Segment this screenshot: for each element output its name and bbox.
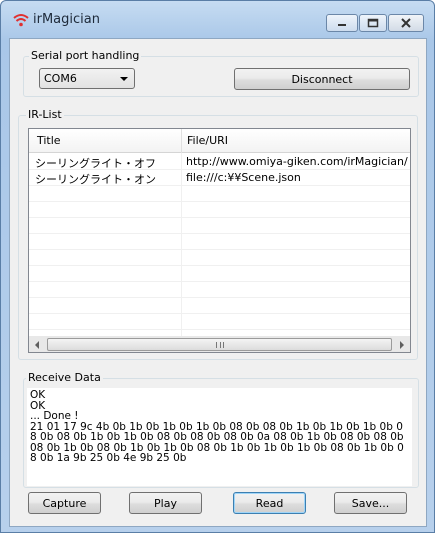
minimize-button[interactable] xyxy=(326,14,358,32)
list-item[interactable]: シーリングライト・オフ http://www.omiya-giken.com/i… xyxy=(29,154,410,170)
close-button[interactable] xyxy=(388,14,424,32)
minimize-icon xyxy=(338,24,346,26)
empty-row xyxy=(29,186,410,202)
ir-list-group-label: IR-List xyxy=(26,108,64,121)
window-title: irMagician xyxy=(33,12,100,27)
app-window: irMagician Serial port handling COM6 Dis… xyxy=(0,0,435,533)
maximize-icon xyxy=(367,18,379,28)
client-area: Serial port handling COM6 Disconnect IR-… xyxy=(9,38,427,527)
list-item[interactable]: シーリングライト・オン file:///c:¥¥Scene.json xyxy=(29,170,410,186)
grip-icon xyxy=(216,342,224,348)
receive-data-group-label: Receive Data xyxy=(26,371,103,384)
list-item-title: シーリングライト・オン xyxy=(35,173,156,186)
chevron-down-icon xyxy=(120,77,128,81)
ir-list-view[interactable]: Title File/URI シーリングライト・オフ http://www.om… xyxy=(28,128,411,353)
close-icon xyxy=(401,18,411,28)
port-select-value: COM6 xyxy=(44,72,77,85)
empty-row xyxy=(29,266,410,282)
column-header-file[interactable]: File/URI xyxy=(187,134,228,147)
port-select[interactable]: COM6 xyxy=(39,68,135,89)
column-divider[interactable] xyxy=(181,129,182,153)
list-item-file: http://www.omiya-giken.com/irMagician/..… xyxy=(186,155,408,168)
empty-row xyxy=(29,234,410,250)
list-item-title: シーリングライト・オフ xyxy=(35,157,156,170)
receive-data-group: Receive Data OK OK ... Done ! 21 01 17 9… xyxy=(23,371,419,488)
capture-button[interactable]: Capture xyxy=(28,492,101,514)
column-header-title[interactable]: Title xyxy=(37,134,61,147)
wifi-icon xyxy=(13,14,29,27)
empty-row xyxy=(29,202,410,218)
maximize-button[interactable] xyxy=(359,14,387,32)
serial-port-group: Serial port handling COM6 Disconnect xyxy=(23,49,419,97)
ir-list-group: IR-List Title File/URI シーリングライト・オフ http:… xyxy=(18,108,418,360)
list-item-file: file:///c:¥¥Scene.json xyxy=(186,171,301,184)
serial-port-group-label: Serial port handling xyxy=(29,49,142,62)
empty-row xyxy=(29,298,410,314)
empty-row xyxy=(29,314,410,330)
save-button[interactable]: Save... xyxy=(334,492,407,514)
horizontal-scrollbar[interactable] xyxy=(29,336,410,352)
empty-row xyxy=(29,218,410,234)
scroll-left-icon[interactable] xyxy=(35,341,39,349)
ir-list-header: Title File/URI xyxy=(29,129,410,153)
disconnect-button[interactable]: Disconnect xyxy=(234,68,410,90)
scroll-thumb[interactable] xyxy=(47,338,392,351)
empty-row xyxy=(29,250,410,266)
scroll-right-icon[interactable] xyxy=(400,341,404,349)
title-bar[interactable]: irMagician xyxy=(1,1,434,33)
empty-row xyxy=(29,282,410,298)
receive-data-textarea[interactable]: OK OK ... Done ! 21 01 17 9c 4b 0b 1b 0b… xyxy=(27,388,412,486)
play-button[interactable]: Play xyxy=(129,492,202,514)
read-button[interactable]: Read xyxy=(233,492,306,514)
